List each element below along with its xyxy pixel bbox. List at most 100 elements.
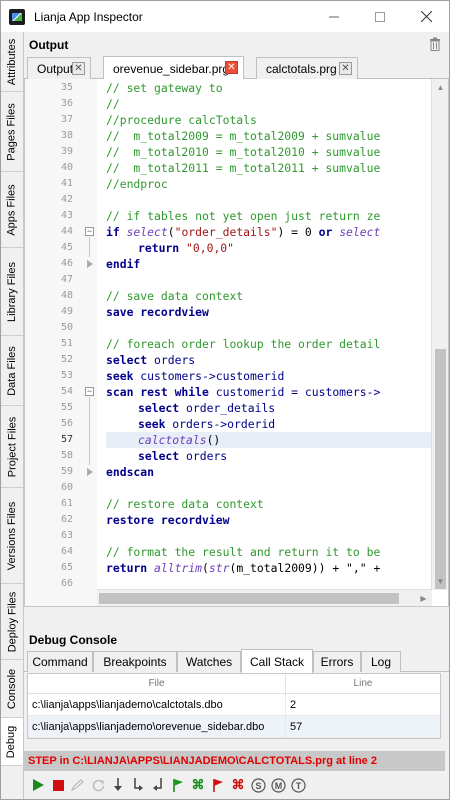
code-line: return "0,0,0" [138,241,235,255]
scroll-right-icon[interactable]: ▶ [415,590,432,606]
line-number: 54 [60,386,73,397]
edit-disabled-icon[interactable] [68,775,88,795]
tab-watches[interactable]: Watches [177,651,241,672]
table-row[interactable]: c:\lianja\apps\lianjademo\orevenue_sideb… [28,716,440,738]
line-number: 65 [60,562,73,573]
green-flag-icon[interactable] [168,775,188,795]
maximize-icon [375,11,385,22]
vtab-apps-files[interactable]: Apps Files [1,172,23,248]
debug-console-title: Debug Console [29,633,118,647]
s-circle-icon[interactable]: S [248,775,268,795]
line-number: 36 [60,98,73,109]
code-line: restore recordview [106,513,230,527]
line-number: 46 [60,258,73,269]
tab-log[interactable]: Log [361,651,401,672]
maximize-button[interactable] [357,1,403,32]
close-tab-icon[interactable]: ✕ [72,62,85,75]
scroll-down-icon[interactable]: ▼ [432,573,448,590]
vtab-attributes[interactable]: Attributes [1,32,23,92]
vtab-pages-files[interactable]: Pages Files [1,92,23,172]
app-window: Lianja App Inspector Attributes Pages Fi… [0,0,450,800]
svg-text:T: T [295,781,301,791]
step-over-icon[interactable] [108,775,128,795]
line-number: 66 [60,578,73,589]
green-shuffle-icon[interactable]: ⌘ [188,775,208,795]
step-out-icon[interactable] [148,775,168,795]
debug-tab-bar: Command Breakpoints Watches Call Stack E… [24,649,449,673]
line-number: 61 [60,498,73,509]
close-tab-icon[interactable]: ✕ [339,62,352,75]
line-number: 41 [60,178,73,189]
minimize-button[interactable] [311,1,357,32]
cell-line: 57 [290,721,303,733]
minimize-icon [329,16,339,17]
tab-breakpoints[interactable]: Breakpoints [93,651,177,672]
vtab-data-files[interactable]: Data Files [1,336,23,406]
table-row[interactable]: c:\lianja\apps\lianjademo\calctotals.dbo… [28,694,440,716]
run-icon[interactable] [28,775,48,795]
m-circle-icon[interactable]: M [268,775,288,795]
vtab-console[interactable]: Console [1,660,23,718]
code-line: // m_total2011 = m_total2011 + sumvalue [106,161,381,175]
tab-calctotals[interactable]: calctotals.prg ✕ [256,57,358,79]
app-icon [9,8,25,25]
scroll-up-icon[interactable]: ▲ [432,79,448,96]
vtab-project-files[interactable]: Project Files [1,406,23,488]
title-bar: Lianja App Inspector [1,1,449,32]
fold-toggle-icon[interactable]: − [85,387,94,396]
vertical-tab-strip: Attributes Pages Files Apps Files Librar… [1,32,24,799]
document-tab-bar: Output ✕ orevenue_sidebar.prg ✕ calctota… [24,56,449,80]
t-circle-icon[interactable]: T [288,775,308,795]
vertical-scrollbar[interactable]: ▲ ▼ [431,79,448,590]
tab-output[interactable]: Output ✕ [27,57,91,79]
line-number: 38 [60,130,73,141]
cell-file: c:\lianja\apps\lianjademo\orevenue_sideb… [28,716,286,738]
code-line: //endproc [106,177,168,191]
svg-text:M: M [274,781,282,791]
code-line: return alltrim(str(m_total2009)) + "," + [106,561,381,575]
stop-icon[interactable] [48,775,68,795]
line-number: 59 [60,466,73,477]
code-editor[interactable]: − − 35 36 37 38 39 40 41 42 43 44 45 46 … [24,79,449,607]
fold-end-icon [87,468,93,476]
debug-console-header: Debug Console [24,631,449,649]
code-line: // m_total2010 = m_total2010 + sumvalue [106,145,381,159]
column-header-line[interactable]: Line [286,674,440,694]
step-into-icon[interactable] [128,775,148,795]
fold-toggle-icon[interactable]: − [85,227,94,236]
code-line-current: calctotals() [138,433,221,447]
code-line: select orders [138,449,228,463]
red-shuffle-icon[interactable]: ⌘ [228,775,248,795]
line-number: 37 [60,114,73,125]
red-flag-icon[interactable] [208,775,228,795]
output-panel-header: Output [24,34,449,56]
code-line: // restore data context [106,497,264,511]
tab-command[interactable]: Command [27,651,93,672]
column-header-file[interactable]: File [28,674,286,694]
fold-guide [89,397,90,465]
close-tab-icon[interactable]: ✕ [225,61,238,74]
trash-icon[interactable] [429,37,441,51]
window-title: Lianja App Inspector [34,9,143,24]
code-line: endif [106,257,141,271]
call-stack-table: File Line c:\lianja\apps\lianjademo\calc… [27,673,441,739]
line-number: 45 [60,242,73,253]
vtab-library-files[interactable]: Library Files [1,248,23,336]
tab-orevenue-sidebar[interactable]: orevenue_sidebar.prg ✕ [103,56,244,80]
restart-icon[interactable] [88,775,108,795]
close-button[interactable] [403,1,449,32]
line-number: 62 [60,514,73,525]
code-line: // set gateway to [106,81,223,95]
horizontal-scroll-thumb[interactable] [99,593,399,604]
debug-status-message: STEP in C:\LIANJA\APPS\LIANJADEMO\CALCTO… [24,751,445,771]
line-number: 57 [60,434,73,445]
vtab-versions-files[interactable]: Versions Files [1,488,23,584]
vtab-debug[interactable]: Debug [1,718,23,766]
tab-errors[interactable]: Errors [313,651,361,672]
line-number: 52 [60,354,73,365]
code-line: // format the result and return it to be [106,545,381,559]
horizontal-scrollbar[interactable]: ▶ [97,589,432,606]
vertical-scroll-thumb[interactable] [435,349,446,589]
vtab-deploy-files[interactable]: Deploy Files [1,584,23,660]
tab-call-stack[interactable]: Call Stack [241,649,313,673]
